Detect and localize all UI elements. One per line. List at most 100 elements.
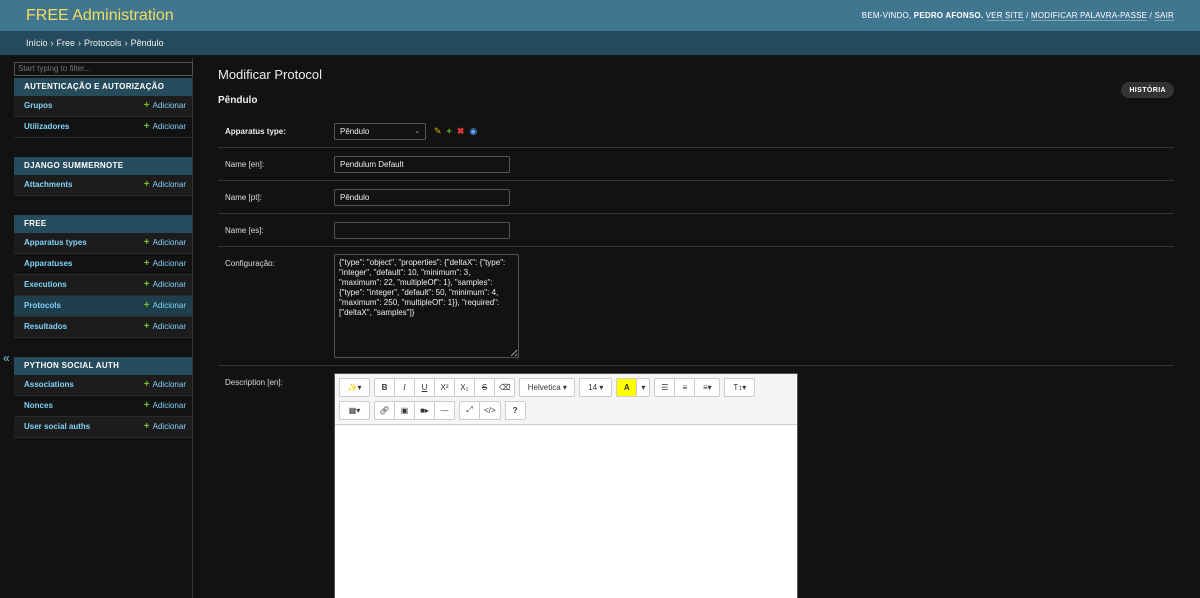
model-link[interactable]: User social auths bbox=[24, 422, 90, 431]
plus-icon: + bbox=[143, 421, 150, 432]
add-link[interactable]: + Adicionar bbox=[144, 100, 186, 111]
module-caption[interactable]: DJANGO SUMMERNOTE bbox=[14, 156, 192, 175]
bold-icon[interactable]: B bbox=[374, 377, 395, 397]
breadcrumb-model[interactable]: Protocols bbox=[84, 38, 122, 48]
model-link[interactable]: Associations bbox=[24, 380, 74, 389]
unordered-list-icon[interactable]: ☰ bbox=[654, 377, 676, 397]
add-link[interactable]: + Adicionar bbox=[144, 421, 186, 432]
plus-icon: + bbox=[143, 121, 150, 132]
add-link[interactable]: + Adicionar bbox=[144, 300, 186, 311]
video-icon[interactable]: ■▸ bbox=[414, 400, 435, 420]
superscript-icon[interactable]: X² bbox=[434, 377, 455, 397]
field-label: Name [pt]: bbox=[225, 192, 262, 202]
add-label: Adicionar bbox=[152, 280, 186, 289]
view-eye-icon[interactable]: ◉ bbox=[469, 126, 477, 137]
edit-pencil-icon[interactable]: ✎ bbox=[434, 126, 442, 137]
line-height-icon[interactable]: T↕ ▾ bbox=[724, 377, 756, 397]
fullscreen-icon[interactable]: ⤢ bbox=[459, 400, 480, 420]
model-link[interactable]: Attachments bbox=[24, 180, 72, 189]
field-label: Description [en]: bbox=[225, 378, 283, 387]
module-summernote: DJANGO SUMMERNOTE Attachments + Adicionar bbox=[14, 156, 192, 196]
breadcrumb-separator: › bbox=[124, 38, 128, 48]
site-brand[interactable]: FREE Administration bbox=[26, 7, 174, 25]
model-row-executions: Executions + Adicionar bbox=[14, 274, 192, 296]
magic-style-icon[interactable]: ✨▾ bbox=[339, 377, 370, 397]
italic-icon[interactable]: I bbox=[394, 377, 415, 397]
subscript-icon[interactable]: X₂ bbox=[454, 377, 475, 397]
collapse-sidebar-icon[interactable]: « bbox=[3, 351, 10, 365]
table-icon[interactable]: ▦▾ bbox=[339, 400, 370, 420]
underline-icon[interactable]: U bbox=[414, 377, 435, 397]
model-row-associations: Associations + Adicionar bbox=[14, 374, 192, 396]
model-link[interactable]: Nonces bbox=[24, 401, 53, 410]
name-en-input[interactable]: Pendulum Default bbox=[334, 155, 510, 173]
model-link[interactable]: Apparatus types bbox=[24, 238, 87, 247]
apparatus-type-select[interactable]: Pêndulo ⌄ bbox=[334, 122, 426, 140]
field-row-apparatus-type: Apparatus type: Pêndulo ⌄ ✎ + ✖ ◉ bbox=[218, 115, 1174, 148]
add-link[interactable]: + Adicionar bbox=[144, 321, 186, 332]
add-link[interactable]: + Adicionar bbox=[144, 121, 186, 132]
add-link[interactable]: + Adicionar bbox=[144, 179, 186, 190]
name-pt-input[interactable]: Pêndulo bbox=[334, 188, 510, 206]
model-row-protocols: Protocols + Adicionar bbox=[14, 295, 192, 317]
model-link[interactable]: Executions bbox=[24, 280, 67, 289]
module-caption[interactable]: PYTHON SOCIAL AUTH bbox=[14, 356, 192, 375]
add-label: Adicionar bbox=[152, 259, 186, 268]
nav-filter-input[interactable] bbox=[14, 61, 193, 76]
separator: / bbox=[1149, 11, 1153, 20]
breadcrumb: Início › Free › Protocols › Pêndulo bbox=[0, 31, 1200, 55]
model-link[interactable]: Grupos bbox=[24, 101, 52, 110]
plus-icon: + bbox=[143, 379, 150, 390]
eraser-icon[interactable]: ⌫ bbox=[494, 377, 516, 397]
view-site-link[interactable]: VER SITE bbox=[985, 11, 1024, 21]
field-row-name-en: Name [en]: Pendulum Default bbox=[218, 148, 1174, 181]
add-label: Adicionar bbox=[152, 322, 186, 331]
page-title: Modificar Protocol bbox=[218, 67, 323, 82]
font-name-dropdown[interactable]: Helvetica ▾ bbox=[519, 377, 576, 397]
model-link[interactable]: Apparatuses bbox=[24, 259, 72, 268]
delete-x-icon[interactable]: ✖ bbox=[457, 126, 465, 137]
horizontal-rule-icon[interactable]: — bbox=[434, 400, 455, 420]
breadcrumb-app[interactable]: Free bbox=[57, 38, 76, 48]
add-link[interactable]: + Adicionar bbox=[144, 258, 186, 269]
ordered-list-icon[interactable]: ≡ bbox=[674, 377, 696, 397]
add-label: Adicionar bbox=[152, 122, 186, 131]
model-row-grupos: Grupos + Adicionar bbox=[14, 95, 192, 117]
main-content: Modificar Protocol HISTÓRIA Pêndulo Appa… bbox=[218, 55, 1174, 598]
add-link[interactable]: + Adicionar bbox=[144, 237, 186, 248]
code-view-icon[interactable]: </> bbox=[479, 400, 501, 420]
model-row-attachments: Attachments + Adicionar bbox=[14, 174, 192, 196]
editor-content-area[interactable] bbox=[335, 425, 797, 598]
paragraph-align-icon[interactable]: ≡▾ bbox=[694, 377, 721, 397]
add-plus-icon[interactable]: + bbox=[447, 126, 452, 136]
highlight-letter: A bbox=[623, 382, 630, 392]
username: PEDRO AFONSO. bbox=[913, 11, 984, 20]
font-size-dropdown[interactable]: 14 ▾ bbox=[579, 377, 613, 397]
module-caption[interactable]: AUTENTICAÇÃO E AUTORIZAÇÃO bbox=[14, 77, 192, 96]
breadcrumb-separator: › bbox=[50, 38, 54, 48]
add-link[interactable]: + Adicionar bbox=[144, 400, 186, 411]
strikethrough-icon[interactable]: S bbox=[474, 377, 495, 397]
add-label: Adicionar bbox=[152, 238, 186, 247]
picture-icon[interactable]: ▣ bbox=[394, 400, 415, 420]
model-link[interactable]: Utilizadores bbox=[24, 122, 69, 131]
highlight-color-icon[interactable]: A bbox=[616, 377, 638, 397]
model-link[interactable]: Resultados bbox=[24, 322, 67, 331]
help-icon[interactable]: ? bbox=[504, 400, 526, 420]
link-icon[interactable]: 🔗︎ bbox=[374, 400, 395, 420]
config-textarea[interactable]: {"type": "object", "properties": {"delta… bbox=[334, 254, 519, 358]
add-link[interactable]: + Adicionar bbox=[144, 279, 186, 290]
history-button[interactable]: HISTÓRIA bbox=[1121, 82, 1174, 98]
change-password-link[interactable]: MODIFICAR PALAVRA-PASSE bbox=[1031, 11, 1148, 21]
module-caption[interactable]: FREE bbox=[14, 214, 192, 233]
color-dropdown-icon[interactable]: ▾ bbox=[636, 377, 651, 397]
header: FREE Administration BEM-VINDO, PEDRO AFO… bbox=[0, 0, 1200, 31]
field-label: Name [en]: bbox=[225, 159, 265, 169]
breadcrumb-home[interactable]: Início bbox=[26, 38, 48, 48]
model-row-user-social-auths: User social auths + Adicionar bbox=[14, 416, 192, 438]
add-link[interactable]: + Adicionar bbox=[144, 379, 186, 390]
name-es-input[interactable] bbox=[334, 221, 510, 239]
logout-link[interactable]: SAIR bbox=[1154, 11, 1174, 21]
plus-icon: + bbox=[143, 100, 150, 111]
model-link[interactable]: Protocols bbox=[24, 301, 61, 310]
